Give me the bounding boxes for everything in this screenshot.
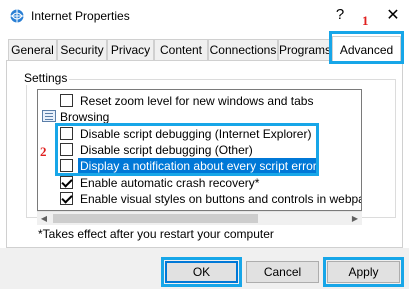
- settings-group-label: Settings: [22, 71, 70, 85]
- checkbox-checked[interactable]: [60, 192, 73, 205]
- list-item[interactable]: Enable visual styles on buttons and cont…: [38, 191, 361, 207]
- cancel-button[interactable]: Cancel: [246, 261, 319, 283]
- tab-general[interactable]: General: [8, 39, 57, 61]
- folder-icon: [42, 110, 56, 122]
- ok-button-highlight: [161, 257, 242, 287]
- tab-content[interactable]: Content: [154, 39, 208, 61]
- tab-privacy[interactable]: Privacy: [107, 39, 154, 61]
- annotation-number-2: 2: [40, 144, 47, 159]
- window-title: Internet Properties: [31, 9, 130, 23]
- horizontal-scrollbar[interactable]: ◀ ▶: [37, 211, 362, 225]
- scroll-right-icon[interactable]: ▶: [348, 212, 362, 225]
- tab-security[interactable]: Security: [57, 39, 107, 61]
- checkbox[interactable]: [60, 94, 73, 107]
- list-item[interactable]: Reset zoom level for new windows and tab…: [38, 93, 361, 109]
- tab-programs[interactable]: Programs: [278, 39, 332, 61]
- checkbox-checked[interactable]: [60, 176, 73, 189]
- close-button[interactable]: ✕: [384, 5, 402, 25]
- help-button[interactable]: ?: [333, 6, 347, 23]
- annotation-number-1: 1: [362, 13, 369, 28]
- internet-explorer-icon: [10, 9, 24, 23]
- list-item[interactable]: Enable automatic crash recovery*: [38, 175, 361, 191]
- title-bar: Internet Properties ? ✕: [0, 0, 409, 34]
- advanced-tab-highlight: [329, 31, 404, 64]
- tab-connections[interactable]: Connections: [208, 39, 278, 61]
- apply-button-highlight: [323, 257, 404, 287]
- scroll-left-icon[interactable]: ◀: [37, 212, 51, 225]
- restart-note: *Takes effect after you restart your com…: [38, 227, 274, 241]
- scrollbar-thumb[interactable]: [53, 214, 258, 223]
- script-items-highlight: [55, 123, 319, 176]
